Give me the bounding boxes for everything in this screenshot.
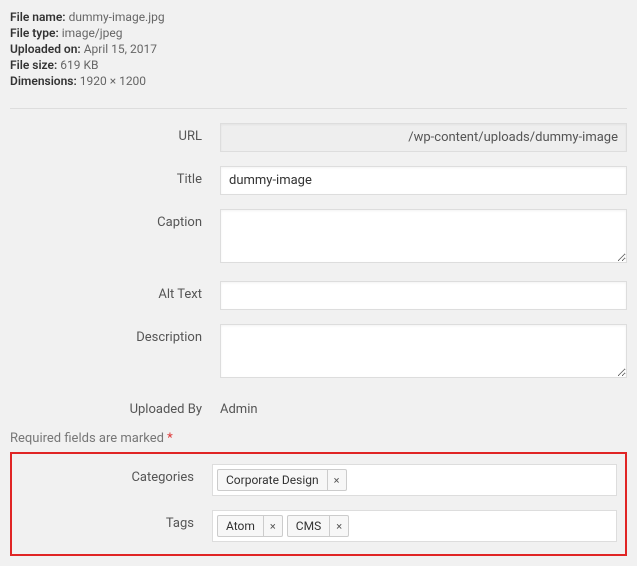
description-label: Description xyxy=(10,324,220,345)
meta-file-name: File name: dummy-image.jpg xyxy=(10,10,627,24)
meta-file-type: File type: image/jpeg xyxy=(10,26,627,40)
categories-label: Categories xyxy=(20,464,212,485)
uploaded-by-label: Uploaded By xyxy=(10,396,220,417)
meta-uploaded-on: Uploaded on: April 15, 2017 xyxy=(10,42,627,56)
tag-chip: Atom× xyxy=(217,515,283,537)
tag-chip: CMS× xyxy=(287,515,349,537)
tags-input[interactable]: Atom×CMS× xyxy=(212,510,617,542)
tag-chip-label: Atom xyxy=(217,515,264,537)
caption-textarea[interactable] xyxy=(220,209,627,263)
title-input[interactable] xyxy=(220,166,627,195)
file-meta-block: File name: dummy-image.jpg File type: im… xyxy=(10,10,627,102)
alt-text-input[interactable] xyxy=(220,281,627,310)
meta-file-size: File size: 619 KB xyxy=(10,58,627,72)
remove-icon[interactable]: × xyxy=(264,515,283,537)
categories-input[interactable]: Corporate Design× xyxy=(212,464,617,496)
url-label: URL xyxy=(10,123,220,144)
tags-label: Tags xyxy=(20,510,212,531)
caption-label: Caption xyxy=(10,209,220,230)
meta-dimensions: Dimensions: 1920 × 1200 xyxy=(10,74,627,88)
alt-text-label: Alt Text xyxy=(10,281,220,302)
required-fields-note: Required fields are marked * xyxy=(10,431,627,446)
remove-icon[interactable]: × xyxy=(330,515,349,537)
category-chip: Corporate Design× xyxy=(217,469,347,491)
category-chip-label: Corporate Design xyxy=(217,469,328,491)
remove-icon[interactable]: × xyxy=(328,469,347,491)
divider xyxy=(10,108,627,109)
description-textarea[interactable] xyxy=(220,324,627,378)
uploaded-by-value: Admin xyxy=(220,396,627,417)
title-label: Title xyxy=(10,166,220,187)
required-fields-highlight: Categories Corporate Design× Tags Atom×C… xyxy=(10,452,627,556)
url-input[interactable] xyxy=(220,123,627,152)
tag-chip-label: CMS xyxy=(287,515,330,537)
